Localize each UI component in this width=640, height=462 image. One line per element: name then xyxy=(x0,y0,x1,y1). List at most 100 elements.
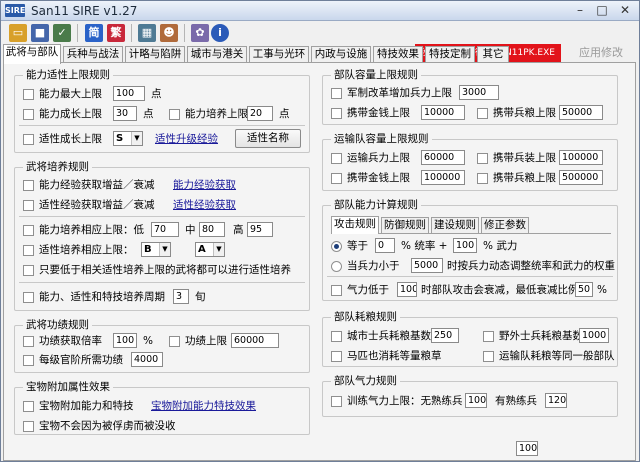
troop-limit-checkbox[interactable] xyxy=(331,88,342,99)
transport-weapon-input[interactable]: 100000 xyxy=(559,150,603,165)
merit-rate-label: 功绩获取倍率 xyxy=(39,335,102,347)
equal-lead-input[interactable]: 0 xyxy=(375,238,395,253)
morale-cap-input[interactable]: 100 xyxy=(465,393,487,408)
tab-generals-units[interactable]: 武将与部队 xyxy=(3,44,61,64)
equal-force-input[interactable]: 100 xyxy=(453,238,477,253)
merit-limit-input[interactable]: 60000 xyxy=(231,333,279,348)
gold-limit-input[interactable]: 10000 xyxy=(421,105,465,120)
merit-rate-input[interactable]: 100 xyxy=(113,333,137,348)
tab-domestic-facilities[interactable]: 内政与设施 xyxy=(311,46,371,63)
merit-limit-checkbox[interactable] xyxy=(169,336,180,347)
traditional-chinese-icon[interactable]: 繁 xyxy=(107,24,125,42)
tab-schemes-traps[interactable]: 计略与陷阱 xyxy=(125,46,185,63)
morale-label: 气力低于 xyxy=(347,284,389,296)
open-icon[interactable]: ▭ xyxy=(9,24,27,42)
food-limit-input[interactable]: 50000 xyxy=(559,105,603,120)
minimize-button[interactable]: – xyxy=(569,2,591,19)
group-title: 部队容量上限规则 xyxy=(331,68,421,82)
transport-food-input[interactable]: 500000 xyxy=(559,170,603,185)
troop-limit-input[interactable]: 3000 xyxy=(459,85,499,100)
only-below-cap-checkbox[interactable] xyxy=(23,265,34,276)
morale-min-input[interactable]: 50 xyxy=(575,282,593,297)
close-button[interactable]: ✕ xyxy=(614,2,636,19)
train-cap-checkbox[interactable] xyxy=(23,225,34,236)
aptitude-cap-checkbox[interactable] xyxy=(23,245,34,256)
tools-icon[interactable]: ✿ xyxy=(191,24,209,42)
morale-input[interactable]: 100 xyxy=(397,282,417,297)
official-merit-checkbox[interactable] xyxy=(23,355,34,366)
transport-gold-input[interactable]: 100000 xyxy=(421,170,465,185)
aptitude-names-button[interactable]: 适性名称 xyxy=(235,129,301,148)
horse-upkeep-checkbox[interactable] xyxy=(331,351,342,362)
train-cap-high-input[interactable]: 95 xyxy=(247,222,273,237)
transport-weapon-checkbox[interactable] xyxy=(477,153,488,164)
transport-gold-checkbox[interactable] xyxy=(331,173,342,184)
city-upkeep-checkbox[interactable] xyxy=(331,331,342,342)
check-icon[interactable]: ✓ xyxy=(53,24,71,42)
morale-end-label: % xyxy=(597,284,607,296)
morale-skilled-input[interactable]: 120 xyxy=(545,393,567,408)
bottom-value-input[interactable]: 100 xyxy=(516,441,538,456)
food-limit-checkbox[interactable] xyxy=(477,108,488,119)
transport-troop-checkbox[interactable] xyxy=(331,153,342,164)
ability-exp-link[interactable]: 能力经验获取 xyxy=(173,179,236,192)
aptitude-exp-checkbox[interactable] xyxy=(23,200,34,211)
subtab-defense[interactable]: 防御规则 xyxy=(381,217,429,234)
equal-end-label: % 武力 xyxy=(483,240,518,252)
subtab-modifiers[interactable]: 修正参数 xyxy=(481,217,529,234)
aptitude-cap-a-select[interactable]: A ▼ xyxy=(195,242,225,257)
save-icon[interactable]: ■ xyxy=(31,24,49,42)
ability-max-input[interactable]: 100 xyxy=(113,86,145,101)
treasure-boost-checkbox[interactable] xyxy=(23,401,34,412)
troop-below-radio[interactable] xyxy=(331,261,342,272)
ability-max-checkbox[interactable] xyxy=(23,89,34,100)
group-title: 部队耗粮规则 xyxy=(331,310,400,324)
treasure-boost-link[interactable]: 宝物附加能力特技效果 xyxy=(151,400,256,413)
training-period-input[interactable]: 3 xyxy=(173,289,189,304)
subtab-construction[interactable]: 建设规则 xyxy=(431,217,479,234)
aptitude-growth-select[interactable]: S ▼ xyxy=(113,131,143,146)
training-period-checkbox[interactable] xyxy=(23,292,34,303)
transport-food-checkbox[interactable] xyxy=(477,173,488,184)
train-cap-low-input[interactable]: 70 xyxy=(151,222,179,237)
equal-radio[interactable] xyxy=(331,241,342,252)
ability-growth-checkbox[interactable] xyxy=(23,109,34,120)
aptitude-exp-label: 适性经验获取增益／衰减 xyxy=(39,199,155,211)
aptitude-exp-link[interactable]: 适性经验获取 xyxy=(173,199,236,212)
transport-troop-input[interactable]: 60000 xyxy=(421,150,465,165)
ability-train-checkbox[interactable] xyxy=(169,109,180,120)
morale-checkbox[interactable] xyxy=(331,285,342,296)
troop-below-input[interactable]: 5000 xyxy=(411,258,443,273)
tab-skill-effects[interactable]: 特技效果 xyxy=(373,46,423,63)
tab-other[interactable]: 其它 xyxy=(477,46,509,63)
city-upkeep-input[interactable]: 250 xyxy=(431,328,459,343)
aptitude-cap-b-select[interactable]: B ▼ xyxy=(141,242,171,257)
calculator-icon[interactable]: ▦ xyxy=(138,24,156,42)
unit-capacity-group: 部队容量上限规则 军制改革增加兵力上限 3000 携带金钱上限 10000 携带… xyxy=(322,68,618,125)
field-upkeep-input[interactable]: 1000 xyxy=(579,328,609,343)
ability-train-input[interactable]: 20 xyxy=(247,106,273,121)
maximize-button[interactable]: □ xyxy=(591,2,613,19)
aptitude-exp-link[interactable]: 适性升级经验 xyxy=(155,133,218,146)
tab-cities-ports[interactable]: 城市与港关 xyxy=(187,46,247,63)
subtab-attack[interactable]: 攻击规则 xyxy=(331,216,379,234)
treasure-noloss-checkbox[interactable] xyxy=(23,421,34,432)
transport-upkeep-checkbox[interactable] xyxy=(483,351,494,362)
tab-troops-tactics[interactable]: 兵种与战法 xyxy=(63,46,123,63)
gold-limit-checkbox[interactable] xyxy=(331,108,342,119)
info-icon[interactable]: i xyxy=(211,24,229,42)
ability-exp-checkbox[interactable] xyxy=(23,180,34,191)
tab-skill-custom[interactable]: 特技定制 xyxy=(425,46,475,63)
simplified-chinese-icon[interactable]: 简 xyxy=(85,24,103,42)
train-cap-mid-input[interactable]: 80 xyxy=(199,222,225,237)
aptitude-growth-checkbox[interactable] xyxy=(23,134,34,145)
merit-rules-group: 武将功绩规则 功绩获取倍率 100 % 功绩上限 60000 每级官阶所需功绩 … xyxy=(14,318,310,373)
field-upkeep-checkbox[interactable] xyxy=(483,331,494,342)
character-icon[interactable]: ☻ xyxy=(160,24,178,42)
official-merit-input[interactable]: 4000 xyxy=(131,352,163,367)
merit-rate-checkbox[interactable] xyxy=(23,336,34,347)
morale-cap-checkbox[interactable] xyxy=(331,396,342,407)
transport-gold-label: 携带金钱上限 xyxy=(347,172,410,184)
tab-works-auras[interactable]: 工事与光环 xyxy=(249,46,309,63)
ability-growth-input[interactable]: 30 xyxy=(113,106,137,121)
